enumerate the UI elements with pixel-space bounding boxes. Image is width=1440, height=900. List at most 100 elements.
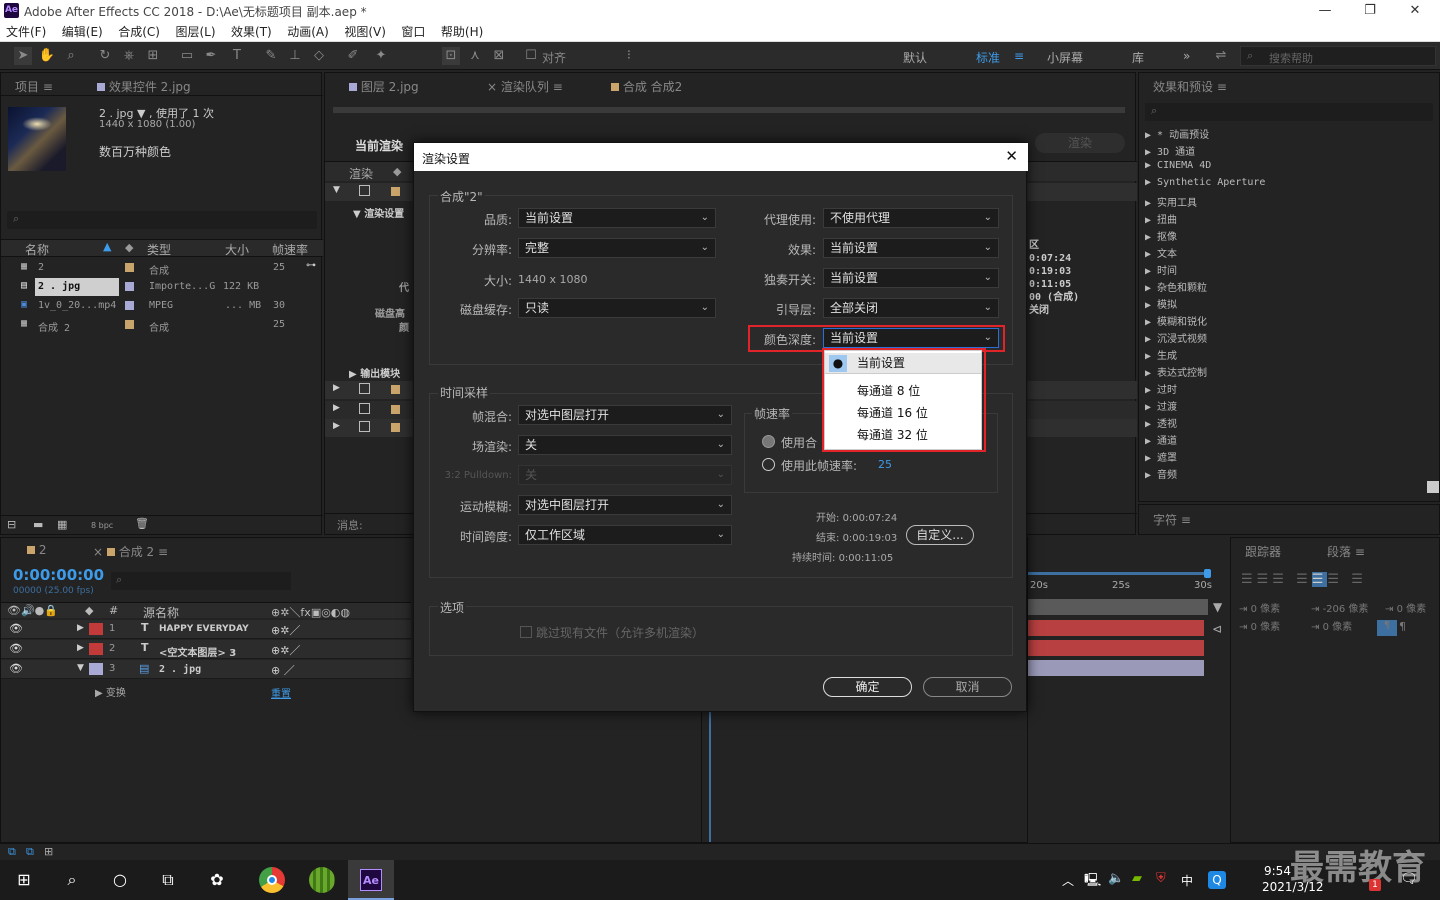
pen-tool-icon[interactable]: ✒ [202,47,220,65]
ok-button[interactable]: 确定 [823,677,912,697]
layer-2-track-bar[interactable] [1028,640,1204,656]
workspace-small-screen[interactable]: 小屏幕 [1047,49,1083,66]
clock-time[interactable]: 9:54 [1264,864,1291,878]
work-area-end-handle[interactable] [1204,569,1211,578]
option-16-bit[interactable]: 每通道 16 位 [825,403,981,424]
sync-settings-icon[interactable]: ⇌ [1212,47,1230,65]
collapse-arrow-icon[interactable]: ▼ [77,663,84,673]
fx-item[interactable]: ▶ 过渡 [1145,398,1177,413]
fx-item[interactable]: ▶ CINEMA 4D [1145,160,1211,171]
fx-item[interactable]: ▶ 3D 通道 [1145,143,1195,158]
layer-name[interactable]: <空文本图层> 3 [159,644,236,659]
snap-checkbox[interactable]: ☐ [522,47,540,65]
layer-switches-icon[interactable]: ⊕ ／ [271,662,295,678]
project-row[interactable]: ▦ 2 合成 25 ⊶ [1,259,323,277]
tab-effect-controls[interactable]: 效果控件 2.jpg [97,78,191,95]
layer-switches-icon[interactable]: ⊕✲／ [271,622,300,638]
output-module-toggle[interactable]: ▶ 输出模块 [349,365,400,380]
world-axis-icon[interactable]: ⋏ [466,47,484,65]
effects-search-input[interactable]: ⌕ [1145,103,1433,121]
render-checkbox[interactable] [359,421,370,432]
fx-item[interactable]: ▶ 表达式控制 [1145,364,1207,379]
fx-item[interactable]: ▶ 杂色和颗粒 [1145,279,1207,294]
comp-marker-icon[interactable]: ⊲ [1212,622,1222,636]
skip-existing-checkbox[interactable] [520,626,532,638]
clone-stamp-tool-icon[interactable]: ⊥ [286,47,304,65]
restore-button[interactable]: ❐ [1350,2,1390,20]
tab-comp-2[interactable]: 2 [27,543,46,557]
effects-select[interactable]: 当前设置 ⌄ [823,238,999,258]
help-search-box[interactable]: ⌕ 搜索帮助 [1240,46,1436,66]
task-view-icon[interactable]: ⧉ [156,868,180,892]
dialog-close-button[interactable]: ✕ [1005,147,1018,165]
pan-behind-tool-icon[interactable]: ⊞ [144,47,162,65]
fps-value-input[interactable]: 25 [878,458,892,471]
fx-item[interactable]: ▶ 音频 [1145,466,1177,481]
rotate-tool-icon[interactable]: ↻ [96,47,114,65]
use-this-fps-radio[interactable] [762,458,775,471]
menu-effect[interactable]: 效果(T) [225,22,278,42]
workspace-standard[interactable]: 标准 [976,49,1000,66]
render-checkbox[interactable] [359,383,370,394]
layer-name[interactable]: HAPPY EVERYDAY [159,624,249,634]
bpc-toggle[interactable]: 8 bpc [91,521,113,530]
render-button[interactable]: 渲染 [1035,133,1125,153]
watermelon-app-icon[interactable] [309,867,335,893]
option-8-bit[interactable]: 每通道 8 位 [825,381,981,402]
menu-edit[interactable]: 编辑(E) [56,22,109,42]
project-row[interactable]: ▣ 1v_0_20...mp4 MPEG ... MB 30 [1,297,323,315]
menu-layer[interactable]: 图层(L) [169,22,221,42]
roto-brush-tool-icon[interactable]: ✐ [344,47,362,65]
visibility-eye-icon[interactable]: 👁 [9,642,23,655]
selection-tool-icon[interactable]: ➤ [14,47,32,65]
fx-item[interactable]: ▶ 遮罩 [1145,449,1177,464]
proxy-select[interactable]: 不使用代理 ⌄ [823,208,999,228]
brush-tool-icon[interactable]: ✎ [262,47,280,65]
col-size[interactable]: 大小 [225,241,249,258]
col-name[interactable]: 名称 [25,241,49,258]
workspace-menu-icon[interactable]: ≡ [1014,49,1024,63]
disk-cache-select[interactable]: 只读 ⌄ [518,298,716,318]
menu-animation[interactable]: 动画(A) [281,22,335,42]
option-32-bit[interactable]: 每通道 32 位 [825,425,981,446]
minimize-button[interactable]: — [1305,2,1345,20]
timeline-nav-icon[interactable]: ▼ [1213,600,1222,614]
expand-arrow-icon[interactable]: ▶ [333,383,340,393]
space-before[interactable]: ⇥ 0 像素 [1239,618,1280,633]
ime-indicator[interactable]: 中 [1181,872,1193,889]
timeline-search-input[interactable]: ⌕ [111,572,291,590]
space-after[interactable]: ⇥ 0 像素 [1311,618,1352,633]
custom-time-button[interactable]: 自定义... [906,525,974,545]
guide-layers-select[interactable]: 全部关闭 ⌄ [823,298,999,318]
time-ruler[interactable]: 20s 25s 30s [1028,568,1212,598]
toggle-switches-icon[interactable]: ⧉ [26,845,34,859]
motion-blur-select[interactable]: 对选中图层打开 ⌄ [518,495,732,515]
layer-name[interactable]: 2 . jpg [159,664,201,675]
taskbar-ae-active[interactable]: Ae [348,860,394,900]
project-row[interactable]: ▦ 合成 2 合成 25 [1,316,323,334]
menu-file[interactable]: 文件(F) [0,22,52,42]
search-icon[interactable]: ⌕ [60,868,84,892]
zoom-tool-icon[interactable]: ⌕ [62,47,80,65]
windows-start-icon[interactable]: ⊞ [12,868,36,892]
tab-render-queue[interactable]: × 渲染队列 ≡ [487,78,563,95]
layer-1-track-bar[interactable] [1028,620,1204,636]
tab-character[interactable]: 字符 ≡ [1153,511,1191,528]
security-shield-icon[interactable]: ⛨ [1156,871,1166,886]
project-search-input[interactable]: ⌕ [7,211,317,229]
close-window-button[interactable]: ✕ [1395,2,1435,20]
transform-group[interactable]: ▶ 变换 [95,684,126,699]
puppet-tool-icon[interactable]: ✦ [372,47,390,65]
use-comp-fps-radio[interactable] [762,435,775,448]
workspace-more[interactable]: » [1183,49,1190,63]
indent-right[interactable]: ⇥ -206 像素 [1311,600,1368,615]
menu-help[interactable]: 帮助(H) [435,22,489,42]
frame-blend-select[interactable]: 对选中图层打开 ⌄ [518,405,732,425]
network-icon[interactable]: 🖳 [1084,871,1101,893]
timeline-layer-row[interactable]: 👁 ▶ 1 T HAPPY EVERYDAY ⊕✲／ [1,620,411,639]
expand-arrow-icon[interactable]: ▶ [333,421,340,431]
indent-left[interactable]: ⇥ 0 像素 [1239,600,1280,615]
tab-project[interactable]: 项目 ≡ [15,78,53,95]
fx-item[interactable]: ▶ 通道 [1145,432,1177,447]
visibility-eye-icon[interactable]: 👁 [9,662,23,675]
